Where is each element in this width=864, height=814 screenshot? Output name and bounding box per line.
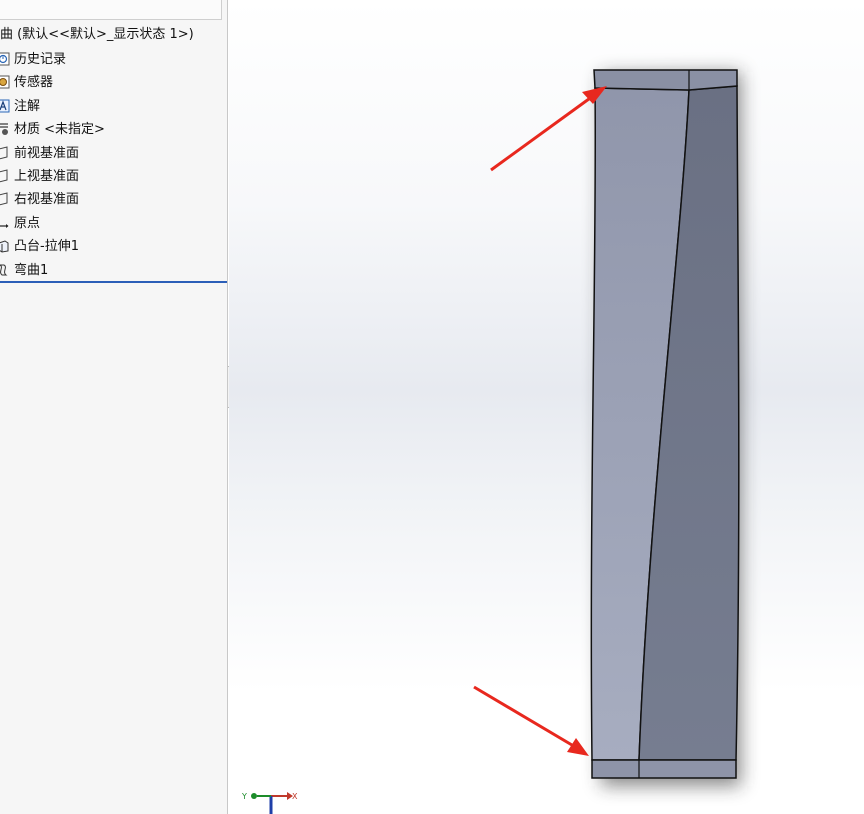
triad-y-label: Y [241,792,247,801]
tree-item-sensors[interactable]: 传感器 [0,71,227,94]
tree-item-right-plane[interactable]: 右视基准面 [0,188,227,211]
plane-icon [0,145,8,159]
annotation-icon [0,99,10,113]
graphics-viewport[interactable]: X Y [229,0,864,814]
tree-item-label: 前视基准面 [14,145,80,161]
tree-item-top-plane[interactable]: 上视基准面 [0,165,227,188]
tree-item-label: 弯曲1 [14,262,49,278]
tree-item-label: 上视基准面 [14,168,80,184]
bottom-cap [591,759,737,779]
tree-root-part[interactable]: 曲 (默认<<默认>_显示状态 1>) [0,25,194,45]
sensor-icon [0,75,10,89]
tree-item-label: 注解 [14,98,41,114]
history-icon [0,52,10,66]
tree-item-label: 原点 [14,215,41,231]
tree-item-label: 材质 <未指定> [14,122,105,138]
top-arrow [490,86,607,172]
tree-item-front-plane[interactable]: 前视基准面 [0,142,227,165]
tree-item-annotations[interactable]: 注解 [0,95,227,118]
flex-icon [0,264,8,276]
triad-x-label: X [292,792,298,801]
tree-item-label: 历史记录 [14,52,67,67]
plane-icon [0,192,8,206]
feature-list: 历史记录 传感器 注解 材质 <未指定> 前视基准面 上视基准面 右视基准面 原… [0,48,227,282]
bottom-arrow [473,685,589,756]
twisted-bar-model[interactable] [590,69,740,779]
tree-item-material[interactable]: 材质 <未指定> [0,118,227,141]
tree-item-origin[interactable]: 原点 [0,212,227,235]
tree-item-label: 凸台-拉伸1 [14,239,79,255]
tree-item-history[interactable]: 历史记录 [0,48,227,71]
tree-filter-box[interactable] [0,0,222,20]
extrude-icon [0,240,9,253]
feature-manager-tree: 曲 (默认<<默认>_显示状态 1>) 历史记录 传感器 注解 材质 <未指定>… [0,0,228,814]
tree-root-label: 曲 (默认<<默认>_显示状态 1>) [0,27,194,42]
tree-item-label: 右视基准面 [14,192,80,208]
model-view: X Y [241,69,741,814]
plane-icon [0,169,8,183]
material-icon [0,123,8,136]
rollback-bar[interactable] [0,281,227,283]
tree-item-label: 传感器 [14,75,54,91]
coordinate-triad: X Y [241,792,298,814]
origin-icon [0,223,9,228]
tree-item-flex[interactable]: 弯曲1 [0,259,227,282]
cad-application: 曲 (默认<<默认>_显示状态 1>) 历史记录 传感器 注解 材质 <未指定>… [0,0,864,814]
tree-item-boss-extrude[interactable]: 凸台-拉伸1 [0,235,227,258]
top-cap [593,69,738,91]
